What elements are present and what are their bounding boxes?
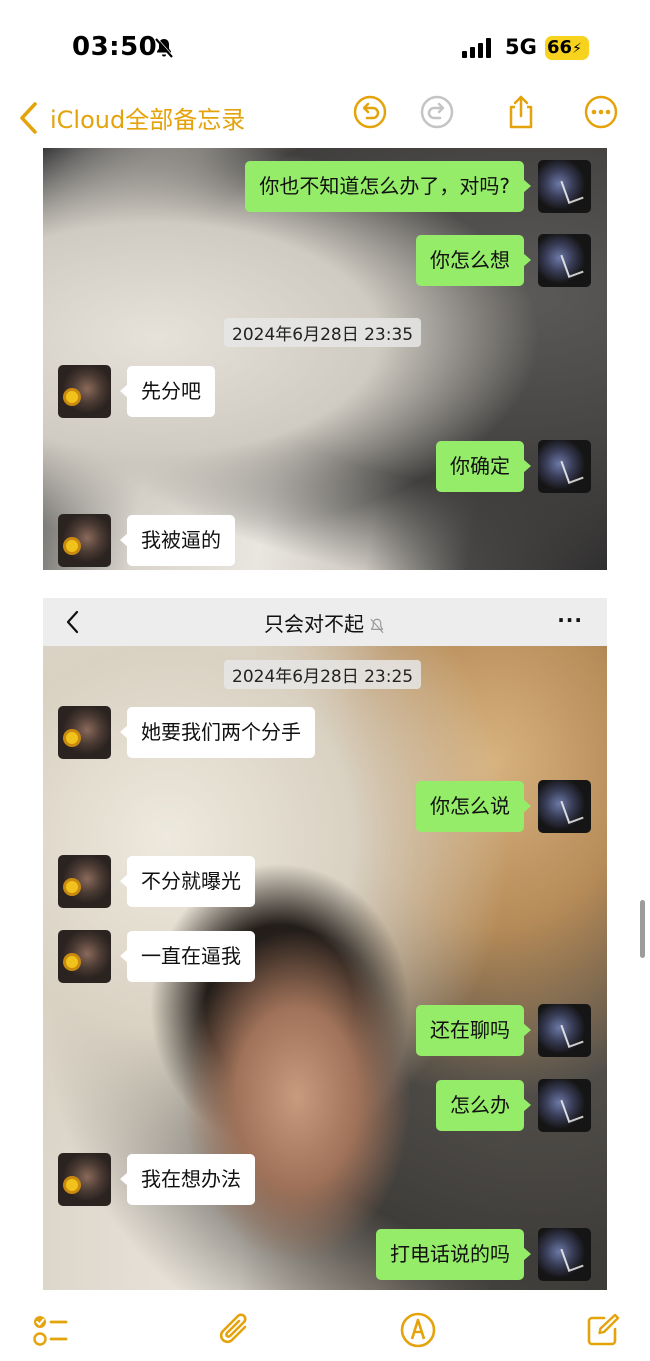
chat-header: 只会对不起 ···: [43, 598, 607, 647]
chat-timestamp: 2024年6月28日 23:35: [224, 318, 422, 347]
contact-avatar: [58, 514, 111, 567]
message-row: 你也不知道怎么办了，对吗?: [245, 160, 591, 213]
message-row: 你怎么说: [416, 780, 591, 833]
my-avatar: [538, 440, 591, 493]
contact-avatar: [58, 1153, 111, 1206]
sent-bubble: 你确定: [436, 441, 531, 492]
markup-pen-icon[interactable]: [398, 1310, 438, 1350]
contact-avatar: [58, 930, 111, 983]
attachment-paperclip-icon[interactable]: [215, 1310, 255, 1350]
compose-new-note-icon[interactable]: [582, 1310, 622, 1350]
more-options-icon[interactable]: [584, 95, 618, 129]
redo-icon[interactable]: [420, 95, 454, 129]
my-avatar: [538, 234, 591, 287]
notes-navigation-bar: iCloud全部备忘录: [0, 95, 650, 140]
share-icon[interactable]: [504, 95, 538, 129]
my-avatar: [538, 780, 591, 833]
mute-bell-icon: [370, 618, 384, 633]
received-bubble: 我被逼的: [120, 515, 235, 566]
cellular-signal-icon: [462, 38, 491, 58]
contact-avatar: [58, 706, 111, 759]
message-row: 怎么办: [436, 1079, 591, 1132]
message-row: 先分吧: [58, 365, 215, 418]
status-time: 03:50: [72, 32, 158, 62]
sent-bubble: 你也不知道怎么办了，对吗?: [245, 161, 531, 212]
my-avatar: [538, 1079, 591, 1132]
battery-level: 66: [547, 37, 573, 58]
message-row: 我被逼的: [58, 514, 235, 567]
sent-bubble: 你怎么说: [416, 781, 531, 832]
sent-bubble: 打电话说的吗: [376, 1229, 531, 1280]
charging-bolt-icon: ⚡: [572, 41, 582, 57]
scroll-indicator[interactable]: [640, 900, 645, 958]
network-type: 5G: [505, 35, 537, 59]
message-row: 不分就曝光: [58, 855, 255, 908]
chat-more-icon: ···: [557, 608, 583, 632]
my-avatar: [538, 1228, 591, 1281]
message-row: 我在想办法: [58, 1153, 255, 1206]
checklist-icon[interactable]: [30, 1310, 70, 1350]
my-avatar: [538, 1004, 591, 1057]
bell-muted-icon: [155, 37, 174, 58]
received-bubble: 不分就曝光: [120, 856, 255, 907]
sent-bubble: 怎么办: [436, 1080, 531, 1131]
message-row: 她要我们两个分手: [58, 706, 315, 759]
message-row: 打电话说的吗: [376, 1228, 591, 1281]
received-bubble: 一直在逼我: [120, 931, 255, 982]
back-chevron-icon[interactable]: [18, 101, 40, 135]
contact-avatar: [58, 365, 111, 418]
received-bubble: 先分吧: [120, 366, 215, 417]
sent-bubble: 你怎么想: [416, 235, 531, 286]
chat-screenshot-1: 你也不知道怎么办了，对吗? 你怎么想 2024年6月28日 23:35 先分吧 …: [43, 148, 607, 570]
undo-icon[interactable]: [353, 95, 387, 129]
chat-title: 只会对不起: [43, 608, 607, 637]
battery-indicator: 66⚡: [545, 36, 589, 60]
received-bubble: 她要我们两个分手: [120, 707, 315, 758]
message-row: 一直在逼我: [58, 930, 255, 983]
status-bar: 03:50 5G 66⚡: [0, 0, 650, 95]
message-row: 你确定: [436, 440, 591, 493]
chat-timestamp: 2024年6月28日 23:25: [224, 660, 422, 689]
chat-screenshot-2: 只会对不起 ··· 2024年6月28日 23:25 她要我们两个分手 你怎么说…: [43, 598, 607, 1290]
notes-bottom-toolbar: [0, 1300, 650, 1361]
message-row: 还在聊吗: [416, 1004, 591, 1057]
sent-bubble: 还在聊吗: [416, 1005, 531, 1056]
received-bubble: 我在想办法: [120, 1154, 255, 1205]
contact-avatar: [58, 855, 111, 908]
message-row: 你怎么想: [416, 234, 591, 287]
chat-title-text: 只会对不起: [264, 612, 364, 636]
back-button-label[interactable]: iCloud全部备忘录: [50, 100, 245, 135]
my-avatar: [538, 160, 591, 213]
